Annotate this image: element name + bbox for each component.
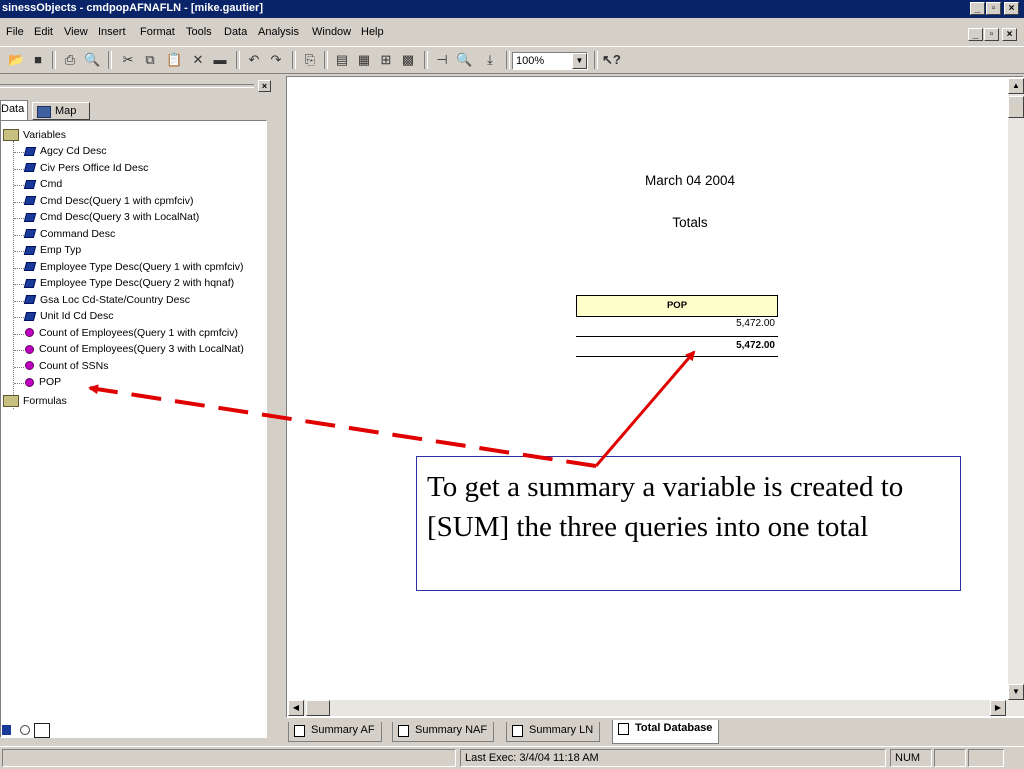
arrow-to-total: [594, 350, 696, 467]
variable-view-icon[interactable]: [2, 725, 11, 735]
status-last-exec: Last Exec: 3/4/04 11:18 AM: [460, 749, 886, 767]
sheet-tab-summary-naf[interactable]: Summary NAF: [392, 722, 495, 742]
table-view-icon[interactable]: [34, 723, 50, 738]
sheet-tab-total-database[interactable]: Total Database: [612, 720, 720, 744]
status-panel-main: [2, 749, 456, 767]
sheet-tabs: Summary AF Summary NAF Summary LN Total …: [286, 720, 1024, 744]
status-panel-empty: [934, 749, 966, 767]
status-num: NUM: [890, 749, 932, 767]
status-panel-empty: [968, 749, 1004, 767]
dashed-arrow-to-pop: [88, 384, 597, 468]
panel-footer: [0, 720, 283, 744]
radio-icon[interactable]: [20, 725, 30, 735]
report-icon: [398, 725, 409, 737]
sheet-tab-summary-af[interactable]: Summary AF: [288, 722, 382, 742]
status-bar: Last Exec: 3/4/04 11:18 AM NUM: [0, 746, 1024, 769]
report-icon: [294, 725, 305, 737]
report-icon: [512, 725, 523, 737]
sheet-tab-summary-ln[interactable]: Summary LN: [506, 722, 601, 742]
report-icon: [618, 723, 629, 735]
annotation-arrows: [88, 350, 696, 468]
